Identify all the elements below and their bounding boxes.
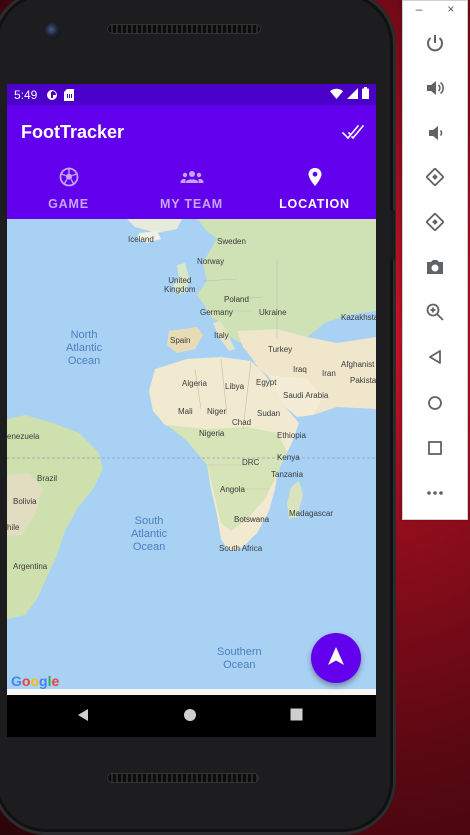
location-pin-icon [306,167,324,192]
camera-icon[interactable] [422,254,448,280]
rotate-right-icon[interactable] [422,209,448,235]
back-icon[interactable] [76,708,90,727]
bottom-speaker [107,773,259,783]
map-label: Iran [322,369,336,378]
device-screen: 5:49 FootTracker GAME MY TEAM LOCATION I… [7,84,376,737]
volume-down-icon[interactable] [422,120,448,146]
map-label: Libya [225,382,245,391]
zoom-icon[interactable] [422,299,448,325]
google-attribution-logo: Google [11,673,60,689]
status-time: 5:49 [14,87,38,102]
done-all-icon[interactable] [341,120,365,144]
map-label: Ukraine [259,308,287,317]
app-bar: FootTracker GAME MY TEAM LOCATION [7,105,376,219]
emulator-window-controls: – × [403,1,467,17]
battery-icon [362,87,369,102]
minimize-icon[interactable]: – [416,2,423,16]
close-icon[interactable]: × [447,2,454,16]
map-label: hile [7,523,20,532]
front-camera [45,23,61,39]
map-label: Norway [197,257,225,266]
data-saver-icon [46,89,58,101]
map-label: United Kingdom [164,276,196,294]
map-label: Poland [224,295,249,304]
map-label: Kenya [277,453,300,462]
map-label: Spain [170,336,191,345]
ocean-label: North Atlantic Ocean [66,329,103,367]
map-label: Brazil [37,474,58,483]
system-nav-bar [7,695,376,737]
map-label: Nigeria [199,429,225,438]
tab-game[interactable]: GAME [7,162,130,219]
overview-icon[interactable] [422,435,448,461]
navigation-fab[interactable] [311,633,361,683]
map-label: South Africa [219,544,263,553]
map-label: Madagascar [289,509,334,518]
app-title: FootTracker [21,122,125,142]
map-label: Iceland [128,235,154,244]
navigation-arrow-icon [327,646,345,671]
tab-my-team[interactable]: MY TEAM [130,162,253,219]
map-label: DRC [242,458,260,467]
volume-up-icon[interactable] [422,75,448,101]
map-label: Mali [178,407,193,416]
map-label: Botswana [234,515,270,524]
map-label: Argentina [13,562,48,571]
emulator-toolbar: – × [402,0,468,520]
tab-label-my-team: MY TEAM [159,197,223,211]
earpiece-speaker [107,24,261,34]
ocean-label: Southern Ocean [217,646,262,671]
ocean-label: South Atlantic Ocean [131,515,168,553]
rotate-left-icon[interactable] [422,164,448,190]
map-label: Italy [214,331,229,340]
side-button [390,210,395,260]
tab-bar: GAME MY TEAM LOCATION [7,162,376,219]
home-icon[interactable] [183,708,197,727]
back-icon[interactable] [422,344,448,370]
home-icon[interactable] [422,390,448,416]
tab-label-location: LOCATION [279,197,350,211]
map-label: enezuela [7,432,40,441]
sim-card-icon [64,88,75,101]
map-label: Niger [207,407,227,416]
status-bar: 5:49 [7,84,376,105]
more-icon[interactable] [422,480,448,506]
map-label: Sudan [257,409,281,418]
recents-icon[interactable] [290,708,303,726]
map-label: Chad [232,418,252,427]
map-label: Ethiopia [277,431,306,440]
tab-label-game: GAME [48,197,89,211]
map-label: Bolivia [13,497,37,506]
map-label: Sweden [217,237,246,246]
map-label: Tanzania [271,470,304,479]
map-label: Angola [220,485,245,494]
wifi-icon [330,88,343,102]
soccer-ball-icon [59,167,79,192]
map-label: Iraq [293,365,307,374]
map-label: Egypt [256,378,277,387]
cell-signal-icon [347,87,358,102]
tab-location[interactable]: LOCATION [253,162,376,219]
map-label: Saudi Arabia [283,391,329,400]
map-label: Kazakhsta [341,313,376,322]
map-label: Germany [200,308,233,317]
group-icon [180,167,204,192]
map-label: Afghanist [341,360,375,369]
map-label: Pakista [350,376,376,385]
world-map[interactable]: Iceland Sweden Norway United Kingdom Pol… [7,219,376,695]
map-label: Turkey [268,345,293,354]
power-icon[interactable] [422,30,448,56]
map-label: Algeria [182,379,207,388]
